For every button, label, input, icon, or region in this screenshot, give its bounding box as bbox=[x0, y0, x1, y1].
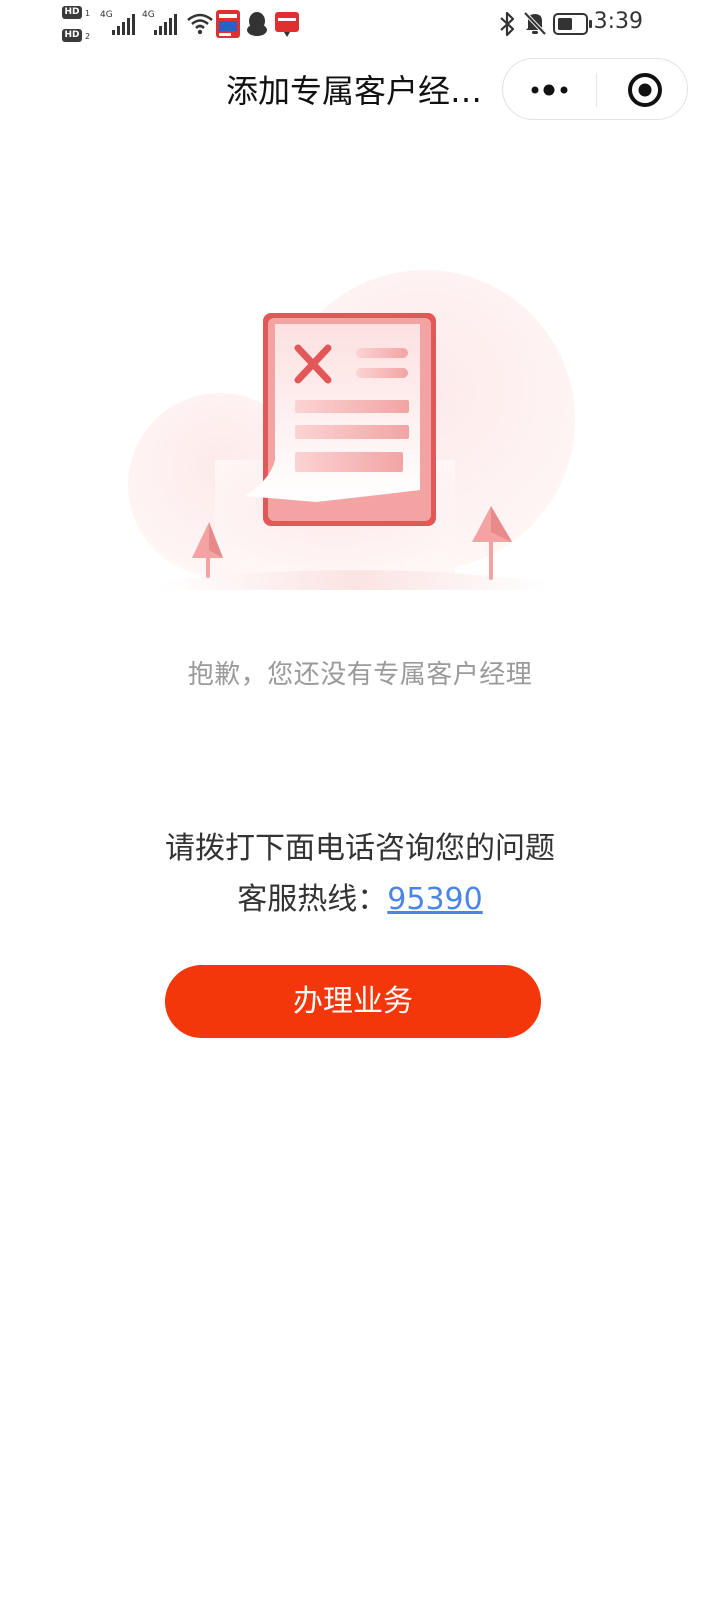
qq-icon bbox=[247, 12, 267, 36]
bluetooth-icon bbox=[500, 11, 515, 37]
network-label-2: 4G bbox=[142, 10, 155, 20]
status-bar: HD 1 HD 2 4G 4G 3:39 bbox=[0, 0, 720, 48]
mute-bell-icon bbox=[523, 11, 547, 36]
hotline-number-link[interactable]: 95390 bbox=[387, 882, 482, 917]
more-button[interactable] bbox=[503, 59, 596, 121]
notification-app-icon bbox=[275, 12, 299, 37]
close-button[interactable] bbox=[597, 59, 689, 121]
page-title: 添加专属客户经… bbox=[226, 72, 483, 110]
sim1-index: 1 bbox=[85, 9, 91, 18]
signal-icon-2 bbox=[154, 14, 177, 35]
hotline-label: 客服热线： bbox=[237, 882, 388, 917]
sim2-index: 2 bbox=[85, 32, 91, 41]
signal-icon-1 bbox=[112, 14, 135, 35]
network-label-1: 4G bbox=[100, 10, 113, 20]
screen: HD 1 HD 2 4G 4G 3:39 添加专属客户经… 抱歉，您还没有专属客… bbox=[0, 0, 720, 1600]
empty-state-message: 抱歉，您还没有专属客户经理 bbox=[187, 660, 533, 690]
contact-hint: 请拨打下面电话咨询您的问题 bbox=[165, 831, 555, 866]
status-time: 3:39 bbox=[593, 9, 643, 34]
news-app-icon bbox=[216, 10, 240, 38]
hd-badge-sim1: HD bbox=[62, 6, 82, 19]
mini-program-capsule bbox=[502, 58, 688, 120]
target-close-icon bbox=[628, 73, 662, 107]
hotline-row: 客服热线：95390 bbox=[0, 874, 720, 918]
wifi-icon bbox=[187, 13, 213, 35]
empty-document-illustration bbox=[128, 270, 575, 590]
handle-business-button[interactable]: 办理业务 bbox=[165, 965, 541, 1038]
more-dots-icon bbox=[531, 84, 568, 96]
hd-badge-sim2: HD bbox=[62, 29, 82, 42]
battery-icon bbox=[553, 13, 592, 35]
